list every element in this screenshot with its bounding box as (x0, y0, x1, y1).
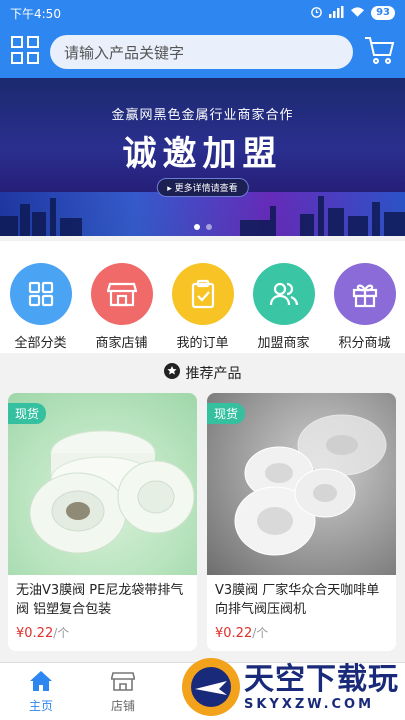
category-label: 加盟商家 (257, 336, 310, 351)
watermark-title: 天空下载玩 (244, 661, 399, 697)
nav-label: 主页 (28, 698, 53, 713)
home-icon (29, 670, 53, 695)
carousel-dot[interactable] (205, 224, 212, 230)
category-label: 我的订单 (176, 336, 229, 351)
store-icon (90, 263, 153, 325)
banner-details-button[interactable]: ▸ 更多详情请查看 (156, 178, 249, 197)
signal-icon (329, 5, 344, 21)
product-list: 现货 无油V3膜阀 PE尼龙袋带排气阀 铝塑复合包装 ¥0.22/个 现货 V3… (0, 393, 405, 651)
banner-title: 诚邀加盟 (122, 134, 283, 174)
nav-label: 店铺 (110, 698, 135, 713)
product-title: V3膜阀 厂家华众合天咖啡单向排气阀压阀机 (215, 583, 380, 617)
clipboard-icon (171, 263, 234, 325)
gift-icon (333, 263, 396, 325)
status-time: 下午4:50 (10, 6, 61, 21)
category-all[interactable]: 全部分类 (3, 263, 79, 353)
category-label: 全部分类 (14, 336, 67, 351)
recommend-heading: 推荐产品 (0, 353, 405, 393)
promo-banner[interactable]: 金赢网黑色金属行业商家合作 诚邀加盟 ▸ 更多详情请查看 (0, 78, 405, 236)
top-bar: 下午4:50 93 请输入产品关键字 (0, 0, 405, 78)
search-input[interactable]: 请输入产品关键字 (50, 35, 353, 69)
cart-icon[interactable] (363, 35, 395, 69)
banner-subtitle: 金赢网黑色金属行业商家合作 (111, 108, 294, 123)
users-icon (252, 263, 315, 325)
shop-icon (110, 670, 136, 695)
category-stores[interactable]: 商家店铺 (84, 263, 160, 353)
stock-badge: 现货 (8, 403, 47, 424)
stock-badge: 现货 (207, 403, 246, 424)
product-card[interactable]: 现货 V3膜阀 厂家华众合天咖啡单向排气阀压阀机 ¥0.22/个 (207, 393, 396, 651)
star-icon (163, 363, 180, 383)
recommend-title: 推荐产品 (185, 366, 242, 382)
search-placeholder: 请输入产品关键字 (64, 43, 185, 62)
site-watermark: 天空下载玩 SKYXZW.COM (182, 658, 399, 716)
watermark-url: SKYXZW.COM (244, 696, 375, 712)
category-label: 积分商城 (338, 336, 391, 351)
category-grid: 全部分类 商家店铺 我的订单 加盟商家 积分商城 (0, 241, 405, 353)
category-orders[interactable]: 我的订单 (165, 263, 241, 353)
category-menu-icon[interactable] (10, 35, 40, 69)
header: 请输入产品关键字 (0, 26, 405, 78)
grid-icon (9, 263, 72, 325)
product-image: 现货 (207, 393, 396, 575)
wifi-icon (350, 6, 365, 21)
category-points-mall[interactable]: 积分商城 (327, 263, 403, 353)
carousel-dot[interactable] (193, 224, 200, 230)
carousel-dots (0, 224, 405, 230)
product-price: ¥0.22/个 (215, 626, 269, 641)
category-join[interactable]: 加盟商家 (246, 263, 322, 353)
category-label: 商家店铺 (95, 336, 148, 351)
battery-indicator: 93 (371, 6, 395, 20)
product-image: 现货 (8, 393, 197, 575)
product-price: ¥0.22/个 (16, 626, 70, 641)
status-bar: 下午4:50 93 (0, 0, 405, 26)
alarm-icon (310, 5, 323, 21)
watermark-logo-icon (182, 658, 240, 716)
product-title: 无油V3膜阀 PE尼龙袋带排气阀 铝塑复合包装 (16, 583, 184, 617)
product-card[interactable]: 现货 无油V3膜阀 PE尼龙袋带排气阀 铝塑复合包装 ¥0.22/个 (8, 393, 197, 651)
nav-home[interactable]: 主页 (0, 663, 82, 720)
nav-shop[interactable]: 店铺 (82, 663, 164, 720)
